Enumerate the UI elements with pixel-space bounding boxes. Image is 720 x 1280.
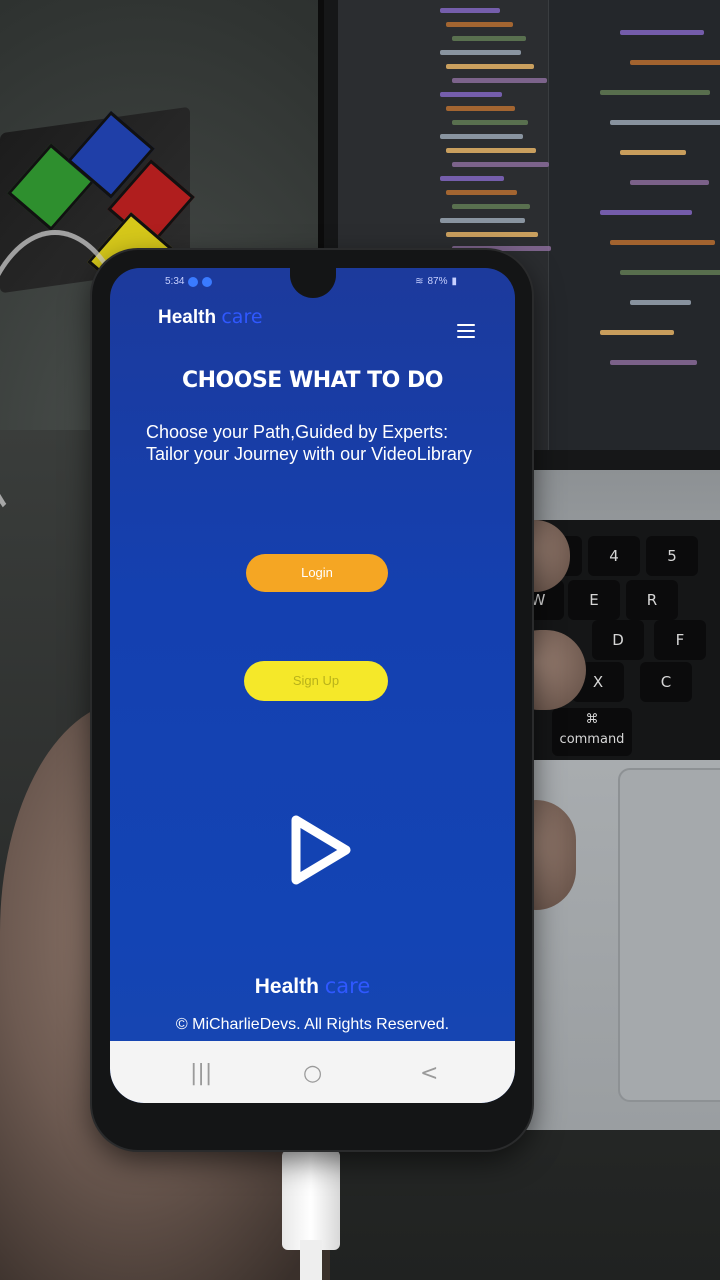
facebook-icon (202, 276, 213, 287)
code-line (446, 232, 538, 237)
footer-brand: Health care (110, 974, 515, 999)
key-r: R (626, 580, 678, 620)
code-line (452, 36, 526, 41)
key-e: E (568, 580, 620, 620)
code-line (620, 30, 704, 35)
key-command: ⌘ command (552, 708, 632, 756)
code-line (446, 148, 536, 153)
page-title: CHOOSE WHAT TO DO (182, 368, 444, 393)
battery-icon: ▮ (451, 276, 457, 287)
brand-logo[interactable]: Health care (158, 306, 263, 329)
code-line (610, 120, 720, 125)
status-bar: 5:34 ≋ 87% ▮ (110, 268, 515, 300)
code-line (620, 150, 686, 155)
page-subtitle: Choose your Path,Guided by Experts: Tail… (146, 422, 472, 464)
android-nav-bar: ||| ○ < (110, 1041, 515, 1103)
app-screen: 5:34 ≋ 87% ▮ Health care CHOOSE WHAT TO … (110, 268, 515, 1103)
key-d: D (592, 620, 644, 660)
signup-button[interactable]: Sign Up (244, 661, 388, 701)
home-button[interactable]: ○ (303, 1061, 322, 1086)
code-line (440, 218, 525, 223)
code-line (452, 120, 528, 125)
code-line (630, 300, 691, 305)
footer-brand-secondary: care (324, 974, 371, 998)
brand-secondary: care (221, 306, 263, 328)
usb-wire (300, 1240, 322, 1280)
code-line (600, 210, 692, 215)
hamburger-menu-icon[interactable] (457, 324, 475, 338)
code-line (446, 64, 534, 69)
footer-brand-primary: Health (254, 975, 319, 998)
code-line (440, 92, 502, 97)
code-line (440, 134, 523, 139)
play-icon[interactable] (288, 814, 352, 886)
code-line (620, 270, 720, 275)
brand-primary: Health (158, 307, 217, 328)
code-line (610, 360, 697, 365)
copyright-text: © MiCharlieDevs. All Rights Reserved. (175, 1016, 450, 1033)
code-line (600, 90, 710, 95)
login-button[interactable]: Login (246, 554, 388, 592)
key-5: 5 (646, 536, 698, 576)
key-c: C (640, 662, 692, 702)
status-right: ≋ 87% ▮ (415, 276, 457, 287)
code-line (630, 180, 709, 185)
notification-icon (188, 276, 199, 287)
code-line (610, 240, 715, 245)
code-line (440, 176, 504, 181)
command-label: command (559, 732, 625, 747)
battery-level: 87% (427, 276, 448, 287)
usb-cable (282, 1150, 340, 1250)
status-left: 5:34 (165, 276, 213, 287)
code-line (446, 190, 517, 195)
code-line (440, 8, 500, 13)
code-line (452, 204, 530, 209)
code-line (452, 162, 549, 167)
code-line (440, 50, 521, 55)
wifi-icon: ≋ (415, 276, 424, 287)
code-line (630, 60, 720, 65)
key-4: 4 (588, 536, 640, 576)
back-button[interactable]: < (420, 1061, 438, 1086)
code-line (600, 330, 674, 335)
code-line (446, 22, 513, 27)
key-f: F (654, 620, 706, 660)
trackpad (618, 768, 720, 1102)
code-line (452, 78, 547, 83)
code-line (446, 106, 515, 111)
status-time: 5:34 (165, 276, 185, 287)
recent-apps-button[interactable]: ||| (190, 1061, 212, 1086)
